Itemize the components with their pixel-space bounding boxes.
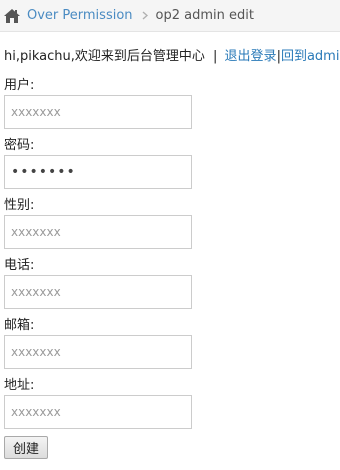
- password-input[interactable]: [4, 155, 192, 189]
- password-label: 密码:: [4, 138, 35, 153]
- address-input[interactable]: [4, 395, 192, 429]
- logout-link[interactable]: 退出登录: [225, 49, 277, 64]
- welcome-text: hi,pikachu,欢迎来到后台管理中心: [4, 49, 205, 64]
- breadcrumb-chevron-icon: [142, 9, 148, 23]
- welcome-bar: hi,pikachu,欢迎来到后台管理中心 | 退出登录|回到admin: [4, 45, 340, 64]
- phone-input[interactable]: [4, 275, 192, 309]
- welcome-divider: |: [213, 49, 218, 64]
- create-button[interactable]: 创建: [4, 436, 49, 459]
- breadcrumb: Over Permission op2 admin edit: [0, 0, 340, 32]
- gender-label: 性别:: [4, 198, 35, 213]
- email-label: 邮箱:: [4, 318, 35, 333]
- edit-form: 用户: 密码: 性别: 电话: 邮箱: 地址: 创建: [4, 76, 334, 459]
- breadcrumb-current-page: op2 admin edit: [155, 8, 254, 23]
- username-input[interactable]: [4, 95, 192, 129]
- username-label: 用户:: [4, 78, 35, 93]
- back-to-admin-link[interactable]: 回到admin: [281, 49, 340, 64]
- address-label: 地址:: [4, 378, 35, 393]
- email-input[interactable]: [4, 335, 192, 369]
- phone-label: 电话:: [4, 258, 35, 273]
- gender-input[interactable]: [4, 215, 192, 249]
- home-icon[interactable]: [3, 8, 21, 24]
- breadcrumb-over-permission-link[interactable]: Over Permission: [27, 8, 133, 23]
